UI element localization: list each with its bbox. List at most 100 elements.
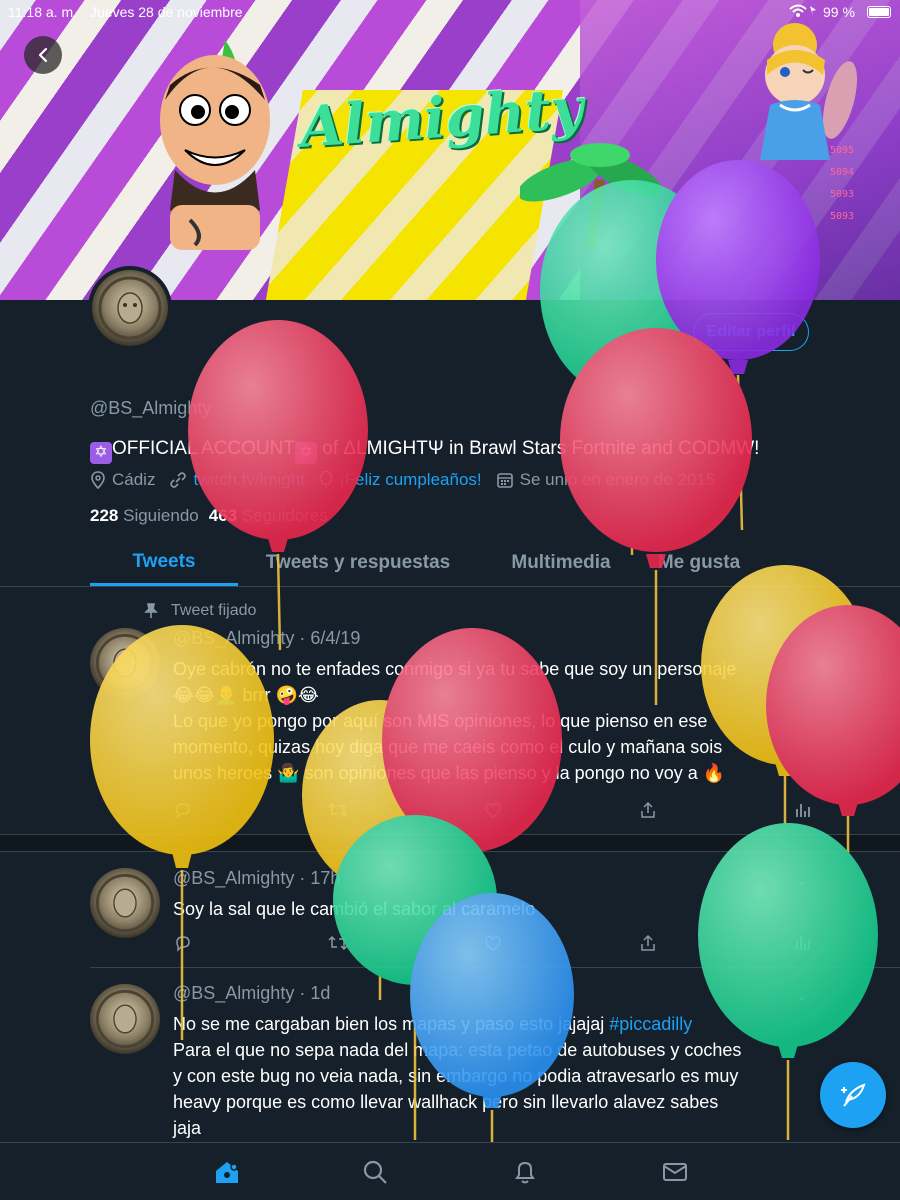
home-icon <box>216 1162 238 1183</box>
tweet-body: No se me cargaban bien los mapas y paso … <box>173 1011 813 1141</box>
tweet-header: @BS_Almighty · 6/4/19 <box>173 628 361 648</box>
fairy-character-illustration <box>760 23 858 160</box>
tweet-avatar[interactable] <box>90 868 160 938</box>
birthday-text[interactable]: ¡Feliz cumpleaños! <box>339 470 482 490</box>
star-of-david-icon: ✡ <box>294 442 317 464</box>
tweet-handle[interactable]: @BS_Almighty <box>173 628 294 648</box>
following-count: 228 <box>90 506 119 525</box>
chevron-down-icon[interactable]: ⌄ <box>796 987 808 1004</box>
tweet-line: Oye cabrón no te enfades conmigo si ya t… <box>173 659 737 679</box>
battery-icon <box>867 6 891 18</box>
banner-stat: 5094 <box>830 167 855 178</box>
heart-icon[interactable] <box>483 800 503 820</box>
battery-percentage: 99 % <box>823 4 855 20</box>
banner-stat: 5093 <box>830 211 855 222</box>
tweet-line: Soy la sal que le cambió el sabor al car… <box>173 899 536 919</box>
messages-tab[interactable] <box>660 1157 690 1187</box>
followers-label: Seguidores <box>241 506 328 525</box>
mail-icon <box>663 1163 687 1181</box>
tweet-actions <box>173 800 813 820</box>
share-icon[interactable] <box>638 800 658 820</box>
profile-tabs: Tweets Tweets y respuestas Multimedia Me… <box>90 540 900 586</box>
palm-tree-illustration <box>520 143 660 250</box>
wifi-icon <box>788 4 818 21</box>
tweet-line: y con este bug no veia nada, sin embargo… <box>173 1066 739 1086</box>
tweet-avatar[interactable] <box>90 984 160 1054</box>
reply-icon[interactable] <box>173 800 193 820</box>
divider <box>90 967 900 968</box>
bio-suffix: of ΔLMIGHTΨ in Brawl Stars Fortnite and … <box>322 438 760 459</box>
tweet-text: No se me cargaban bien los mapas y paso … <box>173 1014 610 1034</box>
analytics-icon[interactable] <box>793 933 813 953</box>
compose-tweet-button[interactable] <box>820 1062 886 1128</box>
follow-stats: 228 Siguiendo 463 Seguidores <box>90 506 328 526</box>
tweet-body: Soy la sal que le cambió el sabor al car… <box>173 896 813 922</box>
profile-bio: ✡ OFFICIAL ACCOUNT ✡ of ΔLMIGHTΨ in Brawl … <box>90 438 759 464</box>
tab-likes[interactable]: Me gusta <box>644 540 754 586</box>
website-link[interactable]: twitch.tv/lmight <box>193 470 304 490</box>
profile-location: Cádiz <box>90 470 155 490</box>
retweet-icon[interactable] <box>328 800 348 820</box>
tab-tweets-and-replies[interactable]: Tweets y respuestas <box>238 540 478 586</box>
search-icon <box>363 1160 387 1184</box>
tab-tweets[interactable]: Tweets <box>90 540 238 586</box>
profile-avatar[interactable] <box>88 266 172 350</box>
home-tab[interactable] <box>212 1157 242 1187</box>
tweet-line: momento, quizas hoy diga que me caeis co… <box>173 737 723 757</box>
mascot-character-illustration <box>160 40 270 250</box>
tab-media[interactable]: Multimedia <box>478 540 644 586</box>
tweet-line: Para el que no sepa nada del mapa: esta … <box>173 1040 742 1060</box>
followers-stat[interactable]: 463 Seguidores <box>209 506 328 526</box>
tweet-line: No se me cargaban bien los mapas y paso … <box>173 1011 813 1037</box>
heart-icon[interactable] <box>483 933 503 953</box>
calendar-icon <box>496 473 513 488</box>
tweet-handle[interactable]: @BS_Almighty <box>173 983 294 1003</box>
divider <box>0 851 900 852</box>
profile-banner[interactable]: 5095 5094 5093 5093 Almighty <box>0 0 900 300</box>
followers-count: 463 <box>208 506 238 525</box>
bio-prefix: OFFICIAL ACCOUNT <box>112 438 295 459</box>
bottom-tab-bar <box>0 1142 900 1200</box>
following-stat[interactable]: 228 Siguiendo <box>90 506 199 526</box>
compose-icon <box>841 1083 866 1107</box>
star-of-david-icon: ✡ <box>90 442 112 464</box>
profile-birthday[interactable]: ¡Feliz cumpleaños! <box>319 470 482 490</box>
bell-icon <box>515 1161 535 1184</box>
banner-stat: 5093 <box>830 189 855 200</box>
analytics-icon[interactable] <box>793 800 813 820</box>
edit-profile-button[interactable]: Editar perfil <box>693 313 809 351</box>
tweet-avatar[interactable] <box>90 628 160 698</box>
pin-icon <box>144 603 158 618</box>
status-time: 11:18 a. m. <box>8 4 78 20</box>
retweet-icon[interactable] <box>328 933 348 953</box>
tweet-line: unos heroes 🤷‍♂️ son opiniones que las p… <box>173 763 726 783</box>
tweet-actions <box>173 933 813 953</box>
status-bar: 11:18 a. m. Jueves 28 de noviembre 99 % <box>0 0 900 24</box>
chevron-down-icon[interactable]: ⌄ <box>796 872 808 889</box>
tweet-line: heavy porque es como llevar wallhack per… <box>173 1092 719 1112</box>
tweet-line: Lo que yo pongo por aquí son MIS opinion… <box>173 711 708 731</box>
back-button[interactable] <box>24 36 62 74</box>
profile-meta: Cádiz twitch.tv/lmight ¡Feliz cumpleaños… <box>90 470 715 490</box>
following-label: Siguiendo <box>123 506 199 525</box>
joined-text: Se unió en enero de 2015 <box>519 470 716 489</box>
pinned-text: Tweet fijado <box>171 602 257 619</box>
tweet-line: jaja <box>173 1118 202 1138</box>
notifications-tab[interactable] <box>510 1157 540 1187</box>
tweet-body: Oye cabrón no te enfades conmigo si ya t… <box>173 656 813 786</box>
link-icon <box>170 472 187 488</box>
tweet-line: 😂😂👨‍🦲 brrr 🤪😂 <box>173 685 319 705</box>
tweet-handle[interactable]: @BS_Almighty <box>173 868 294 888</box>
chevron-left-icon <box>38 47 48 63</box>
balloon-icon <box>319 471 333 488</box>
share-icon[interactable] <box>638 933 658 953</box>
search-tab[interactable] <box>360 1157 390 1187</box>
profile-website[interactable]: twitch.tv/lmight <box>169 470 305 490</box>
tweet-header: @BS_Almighty · 1d <box>173 983 331 1003</box>
reply-icon[interactable] <box>173 933 193 953</box>
tweet-time: 1d <box>310 983 331 1003</box>
hashtag-link[interactable]: #piccadilly <box>609 1014 692 1034</box>
location-text: Cádiz <box>112 470 156 489</box>
tweet-header: @BS_Almighty · 17h <box>173 868 341 888</box>
balloon-red <box>560 328 752 705</box>
